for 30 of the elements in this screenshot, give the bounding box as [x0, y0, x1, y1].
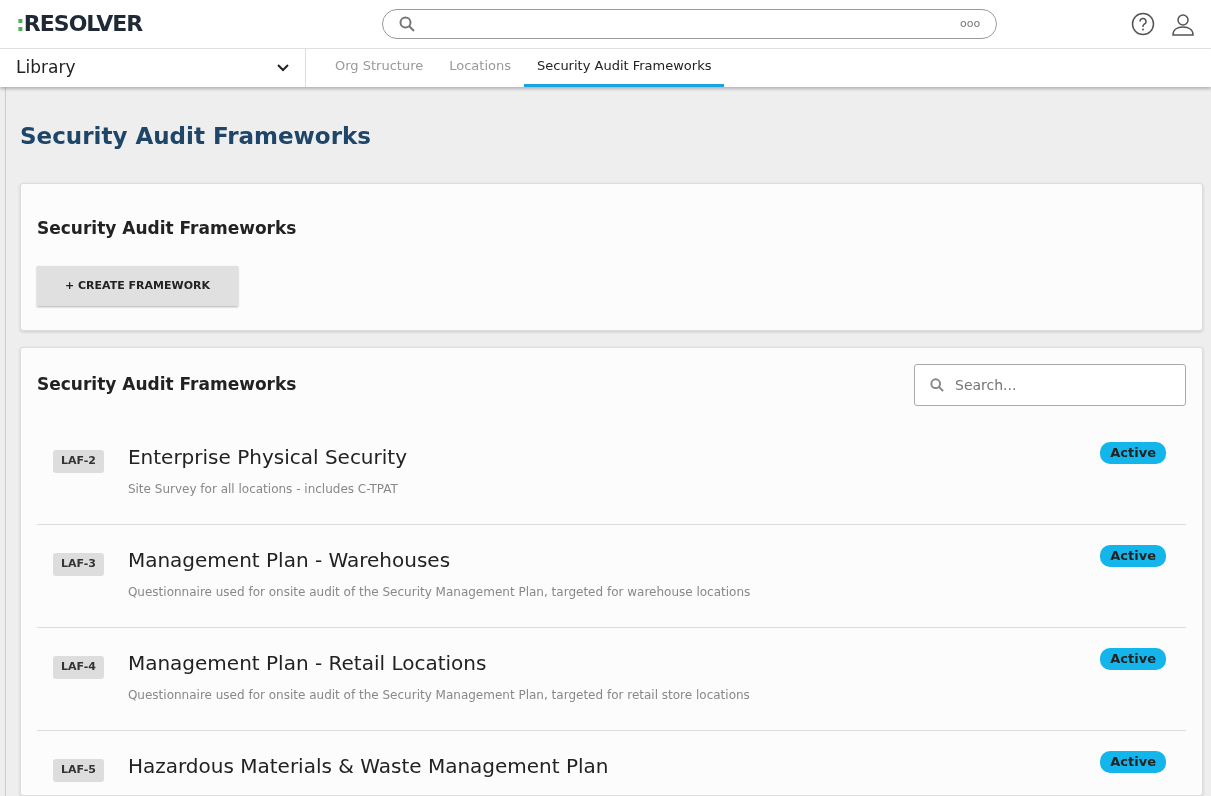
chevron-down-icon — [277, 63, 289, 72]
id-tag: LAF-4 — [53, 656, 104, 679]
card-title: Security Audit Frameworks — [37, 373, 297, 397]
status-badge: Active — [1100, 751, 1166, 773]
more-options-text[interactable]: ooo — [960, 15, 981, 33]
card-title: Security Audit Frameworks — [37, 217, 298, 241]
framework-name[interactable]: Hazardous Materials & Waste Management Plan — [127, 751, 1101, 782]
resolver-logo[interactable]: :RESOLVER — [16, 7, 143, 41]
search-icon — [930, 378, 944, 393]
framework-name[interactable]: Management Plan - Warehouses — [127, 545, 1101, 576]
id-tag: LAF-3 — [53, 553, 104, 576]
status-badge: Active — [1100, 545, 1166, 567]
create-framework-button[interactable]: + CREATE FRAMEWORK — [37, 265, 239, 307]
framework-name[interactable]: Enterprise Physical Security — [127, 442, 1101, 473]
library-dropdown[interactable]: Library — [0, 48, 306, 87]
nav-tab[interactable]: Security Audit Frameworks — [524, 48, 725, 87]
framework-description: Questionnaire used for onsite audit of the Security Management Plan, targeted for retail store locations — [127, 687, 751, 705]
status-badge: Active — [1100, 648, 1166, 670]
help-icon[interactable] — [1131, 11, 1155, 36]
status-badge: Active — [1100, 442, 1166, 464]
framework-name[interactable]: Management Plan - Retail Locations — [127, 648, 1101, 679]
id-tag: LAF-2 — [53, 450, 104, 473]
search-icon — [399, 15, 416, 32]
framework-description: Questionnaire used for onsite audit of the Security Management Plan, targeted for warehouse locations — [127, 584, 752, 602]
search-field[interactable]: Search... — [914, 364, 1186, 407]
page-title: Security Audit Frameworks — [20, 121, 372, 151]
id-tag: LAF-5 — [53, 759, 104, 782]
user-icon[interactable] — [1171, 11, 1195, 36]
framework-description: Site Survey for all locations - includes C-TPAT — [127, 481, 399, 499]
global-search-field[interactable]: ooo — [382, 8, 998, 39]
